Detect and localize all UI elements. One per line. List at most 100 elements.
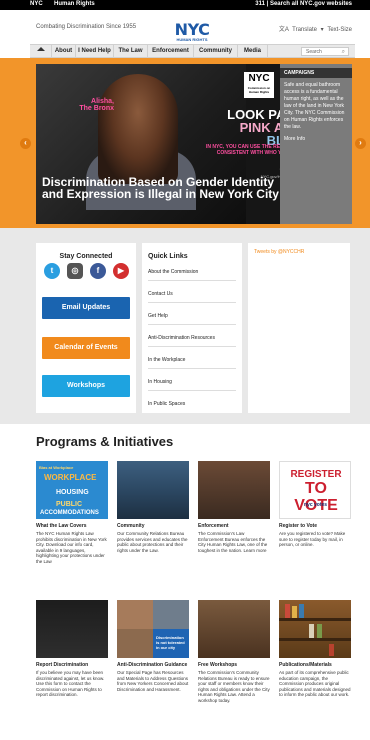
quick-links-panel: Quick Links About the Commission Contact… [142,243,242,413]
hero-person-name: Alisha, The Bronx [64,98,114,112]
card-desc: As part of its comprehensive public educ… [279,670,351,698]
guidance-caption: Discrimination is not tolerated in our c… [153,629,189,658]
quick-link[interactable]: In the Workplace [148,353,236,369]
card-desc: The Commission's Community Relations Bur… [198,670,270,703]
hero-person [98,74,178,184]
nav-media[interactable]: Media [238,45,268,58]
workshops-photo [198,600,270,658]
badge-text: NYC [248,73,270,84]
nyc-top-link[interactable]: NYC [30,1,43,7]
text-size-link[interactable]: Text-Size [327,27,352,33]
quick-link[interactable]: Get Help [148,309,236,325]
vote-register-text: REGISTER [290,469,342,480]
campaign-text: Safe and equal bathroom access is a fund… [284,82,345,130]
words-image: Bias at Workplace WORKPLACE HOUSING PUBL… [36,461,108,519]
card-desc: The NYC Human Rights Law prohibits discr… [36,531,107,564]
word: HOUSING [56,489,89,496]
instagram-icon[interactable]: ◎ [67,263,83,279]
card-title: Report Discrimination [36,662,89,668]
facebook-icon[interactable]: f [90,263,106,279]
word: Bias at Workplace [39,465,74,470]
agency-name[interactable]: Human Rights [54,1,95,7]
quick-links-title: Quick Links [148,253,188,260]
card-desc: Are you registered to vote? Make sure to… [279,531,346,548]
social-icons: t ◎ f ▶ [41,263,131,281]
community-photo [117,461,189,519]
workshops-button[interactable]: Workshops [42,375,130,397]
word: WORKPLACE [44,473,97,482]
quick-link[interactable]: Anti-Discrimination Resources [148,331,236,347]
guidance-collage: Discrimination is not tolerated in our c… [117,600,189,658]
quick-link[interactable]: In Public Spaces [148,397,236,413]
main-nav: About I Need Help The Law Enforcement Co… [30,44,355,58]
publications-photo [279,600,351,658]
quick-link[interactable]: Contact Us [148,287,236,303]
nyc-badge-logo: NYC Commission on Human Rights [244,72,274,98]
quick-link[interactable]: In Housing [148,375,236,391]
carousel-prev-button[interactable]: ‹ [20,138,31,149]
program-card[interactable]: Report Discrimination If you believe you… [36,600,108,698]
search-placeholder: Search [306,49,322,55]
shelf [279,638,351,641]
nav-the-law[interactable]: The Law [114,45,148,58]
hero-headline[interactable]: Discrimination Based on Gender Identity … [42,176,292,200]
card-title: Free Workshops [198,662,238,668]
program-card[interactable]: REGISTER TO VOTE nyc votes Register to V… [279,461,351,548]
card-title: What the Law Covers [36,523,87,529]
word: PUBLIC [56,501,83,508]
nav-about[interactable]: About [52,45,76,58]
register-to-vote-image: REGISTER TO VOTE nyc votes [279,461,351,519]
program-card[interactable]: Discrimination is not tolerated in our c… [117,600,189,692]
twitter-icon[interactable]: t [44,263,60,279]
name-line2: The Bronx [79,105,114,112]
card-title: Publications/Materials [279,662,332,668]
youtube-icon[interactable]: ▶ [113,263,129,279]
program-card[interactable]: Enforcement The Commission's Law Enforce… [198,461,270,553]
translate-icon: 文A [278,27,289,33]
badge-sub: Commission on Human Rights [247,86,271,94]
search-input[interactable]: Search ⌕ [301,47,349,56]
enforcement-photo [198,461,270,519]
translate-link[interactable]: Translate [292,27,317,33]
nav-i-need-help[interactable]: I Need Help [76,45,114,58]
campaign-title: CAMPAIGNS [280,68,352,78]
stay-connected-title: Stay Connected [59,253,113,260]
word: ACCOMMODATIONS [40,510,99,516]
nav-enforcement[interactable]: Enforcement [148,45,194,58]
home-icon [36,47,45,52]
stay-connected-panel: Stay Connected t ◎ f ▶ Email Updates Cal… [36,243,136,413]
name-line1: Alisha, [91,98,114,105]
search-all-link[interactable]: 311 | Search all NYC.gov websites [255,1,352,7]
tagline: Combating Discrimination Since 1955 [36,24,137,30]
report-discrimination-photo [36,600,108,658]
card-desc: If you believe you may have been discrim… [36,670,105,698]
nav-community[interactable]: Community [194,45,238,58]
card-desc: Our Special Page has Resources and Mater… [117,670,189,692]
card-title: Enforcement [198,523,229,529]
email-updates-button[interactable]: Email Updates [42,297,130,319]
calendar-events-button[interactable]: Calendar of Events [42,337,130,359]
header-tools: 文A Translate ▾ Text-Size [277,24,352,33]
quick-link[interactable]: About the Commission [148,265,236,281]
card-title: Anti-Discrimination Guidance [117,662,188,668]
site-header: Combating Discrimination Since 1955 NYC … [0,10,370,44]
search-icon[interactable]: ⌕ [342,48,345,56]
logo-subtext: HUMAN RIGHTS [176,37,208,42]
logo-text: NYC [174,20,210,39]
program-card[interactable]: Free Workshops The Commission's Communit… [198,600,270,704]
vote-to: TO [305,480,327,497]
twitter-feed-panel: Tweets by @NYCCHR [248,243,350,413]
program-card[interactable]: Community Our Community Relations Bureau… [117,461,189,553]
card-desc: The Commission's Law Enforcement Bureau … [198,531,268,553]
programs-title: Programs & Initiatives [36,434,174,449]
program-card[interactable]: Publications/Materials As part of its co… [279,600,351,698]
card-title: Community [117,523,145,529]
tweets-link[interactable]: Tweets by @NYCCHR [254,249,304,255]
carousel-next-button[interactable]: › [355,138,366,149]
program-card[interactable]: Bias at Workplace WORKPLACE HOUSING PUBL… [36,461,108,565]
home-button[interactable] [30,45,52,58]
campaign-more-link[interactable]: More Info [284,136,305,142]
card-desc: Our Community Relations Bureau provides … [117,531,188,553]
nyc-votes-logo: nyc votes [304,502,328,508]
chevron-down-icon[interactable]: ▾ [321,27,324,33]
